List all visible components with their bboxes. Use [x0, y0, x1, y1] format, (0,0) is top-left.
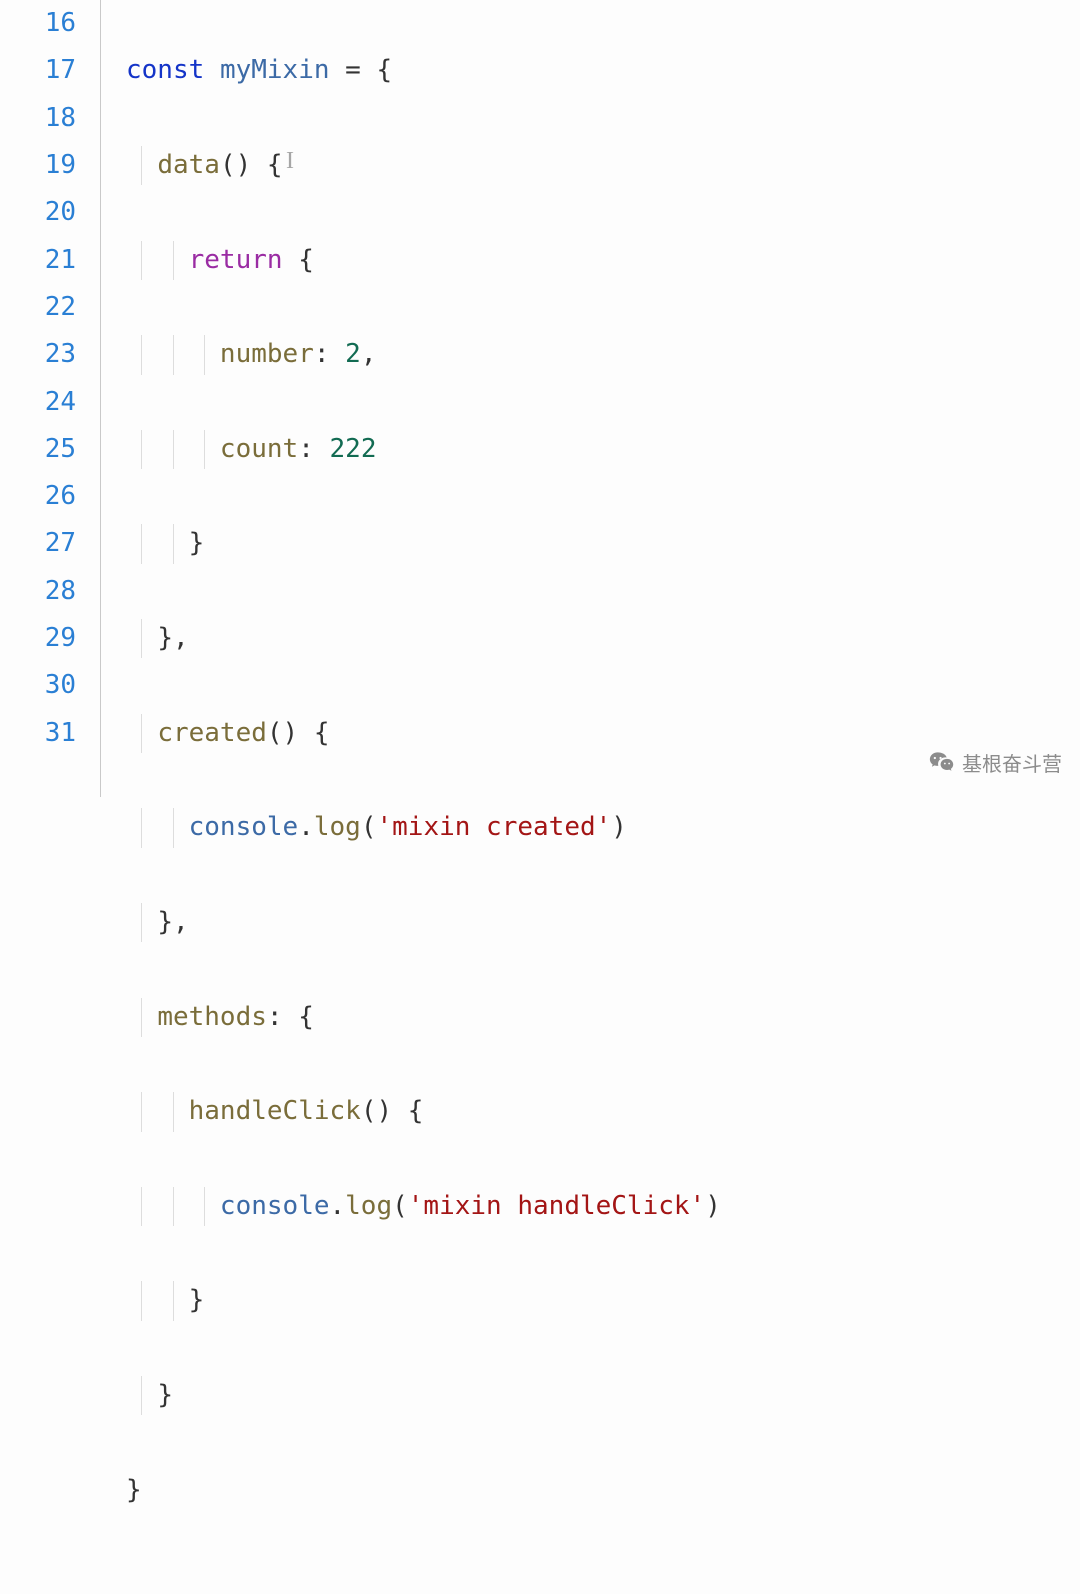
code-content[interactable]: const myMixin = { data() { return { numb… [88, 0, 721, 797]
code-line: return { [126, 237, 721, 284]
line-number: 30 [0, 662, 76, 709]
line-number: 23 [0, 331, 76, 378]
line-number: 21 [0, 237, 76, 284]
code-line: } [126, 520, 721, 567]
line-number: 24 [0, 379, 76, 426]
code-line: methods: { [126, 994, 721, 1041]
code-editor: 16 17 18 19 20 21 22 23 24 25 26 27 28 2… [0, 0, 1080, 797]
line-number: 29 [0, 615, 76, 662]
code-line: }, [126, 615, 721, 662]
line-number: 25 [0, 426, 76, 473]
code-line: data() { [126, 142, 721, 189]
line-number: 22 [0, 284, 76, 331]
line-number: 28 [0, 568, 76, 615]
line-number: 31 [0, 710, 76, 757]
line-number: 27 [0, 520, 76, 567]
code-line: console.log('mixin created') [126, 804, 721, 851]
gutter-divider [100, 0, 101, 797]
watermark-text: 基根奋斗营 [962, 747, 1062, 783]
watermark: 基根奋斗营 [928, 747, 1062, 783]
code-line: count: 222 [126, 426, 721, 473]
code-line: } [126, 1372, 721, 1419]
line-number: 16 [0, 0, 76, 47]
code-line: number: 2, [126, 331, 721, 378]
code-line: const myMixin = { [126, 47, 721, 94]
line-number: 18 [0, 95, 76, 142]
code-line: } [126, 1467, 721, 1514]
code-line: created() { [126, 710, 721, 757]
code-line: }, [126, 899, 721, 946]
code-line: console.log('mixin handleClick') [126, 1183, 721, 1230]
line-number: 17 [0, 47, 76, 94]
line-number: 20 [0, 189, 76, 236]
code-line: handleClick() { [126, 1088, 721, 1135]
wechat-icon [928, 747, 956, 783]
line-number: 26 [0, 473, 76, 520]
code-line: } [126, 1277, 721, 1324]
line-number: 19 [0, 142, 76, 189]
line-number-gutter: 16 17 18 19 20 21 22 23 24 25 26 27 28 2… [0, 0, 88, 797]
